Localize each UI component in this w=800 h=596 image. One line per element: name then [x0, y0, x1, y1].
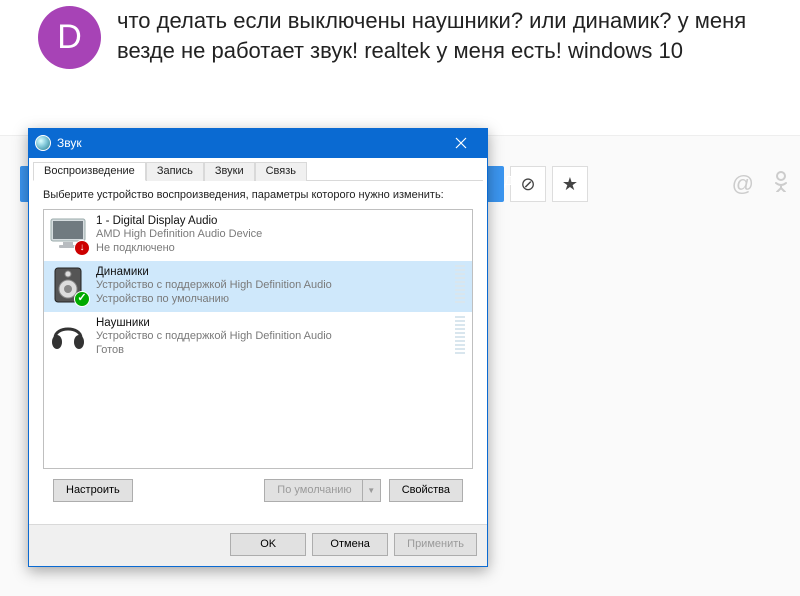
tab-panel-playback: Выберите устройство воспроизведения, пар…	[33, 181, 483, 524]
device-name: 1 - Digital Display Audio	[96, 214, 448, 228]
device-status: Не подключено	[96, 242, 448, 256]
tab-sounds[interactable]: Звуки	[204, 162, 255, 181]
properties-button[interactable]: Свойства	[389, 479, 463, 502]
device-sub: Устройство с поддержкой High Definition …	[96, 330, 448, 344]
device-info: 1 - Digital Display Audio AMD High Defin…	[96, 214, 448, 256]
sound-app-icon	[35, 135, 51, 151]
tabs-row: Воспроизведение Запись Звуки Связь	[33, 161, 483, 181]
device-status: Готов	[96, 344, 448, 358]
device-info: Наушники Устройство с поддержкой High De…	[96, 316, 448, 358]
avatar: D	[38, 6, 101, 69]
level-meter	[454, 214, 466, 252]
apply-button[interactable]: Применить	[394, 533, 477, 556]
ok-icon	[772, 170, 790, 192]
set-default-label: По умолчанию	[277, 484, 361, 496]
tab-playback[interactable]: Воспроизведение	[33, 162, 146, 181]
toolbar-block-button[interactable]: ⊘	[510, 166, 546, 202]
panel-button-row: Настроить По умолчанию ▼ Свойства	[43, 469, 473, 514]
speaker-icon	[48, 265, 88, 305]
device-info: Динамики Устройство с поддержкой High De…	[96, 265, 448, 307]
monitor-icon	[48, 214, 88, 254]
toolbar-star-button[interactable]: ★	[552, 166, 588, 202]
dialog-titlebar[interactable]: Звук	[29, 128, 487, 158]
device-row[interactable]: Динамики Устройство с поддержкой High De…	[44, 261, 472, 312]
cancel-button[interactable]: Отмена	[312, 533, 388, 556]
device-name: Наушники	[96, 316, 448, 330]
sound-dialog: Звук Воспроизведение Запись Звуки Связь …	[28, 128, 488, 567]
disconnected-badge-icon	[74, 240, 90, 256]
chevron-down-icon: ▼	[362, 480, 380, 501]
tab-communications[interactable]: Связь	[255, 162, 307, 181]
headphones-icon	[48, 316, 88, 356]
tab-recording[interactable]: Запись	[146, 162, 204, 181]
device-list[interactable]: 1 - Digital Display Audio AMD High Defin…	[43, 209, 473, 469]
comment-text: что делать если выключены наушники? или …	[117, 6, 790, 65]
close-icon	[455, 137, 467, 149]
comment-row: D что делать если выключены наушники? ил…	[38, 6, 790, 69]
device-sub: Устройство с поддержкой High Definition …	[96, 279, 448, 293]
device-sub: AMD High Definition Audio Device	[96, 228, 448, 242]
share-ok-icon[interactable]	[772, 170, 790, 198]
set-default-dropdown[interactable]: По умолчанию ▼	[264, 479, 380, 502]
device-row[interactable]: Наушники Устройство с поддержкой High De…	[44, 312, 472, 363]
ok-button[interactable]: OK	[230, 533, 306, 556]
toolbar-partial-text: Д	[504, 173, 513, 188]
instruction-text: Выберите устройство воспроизведения, пар…	[43, 189, 473, 203]
configure-button[interactable]: Настроить	[53, 479, 133, 502]
dialog-title: Звук	[57, 136, 439, 150]
default-check-badge-icon	[74, 291, 90, 307]
device-row[interactable]: 1 - Digital Display Audio AMD High Defin…	[44, 210, 472, 261]
at-icon[interactable]: @	[732, 171, 754, 197]
dialog-footer: OK Отмена Применить	[29, 524, 487, 566]
device-name: Динамики	[96, 265, 448, 279]
close-button[interactable]	[439, 132, 483, 154]
level-meter	[454, 316, 466, 354]
device-status: Устройство по умолчанию	[96, 293, 448, 307]
level-meter	[454, 265, 466, 303]
dialog-body: Воспроизведение Запись Звуки Связь Выбер…	[29, 158, 487, 566]
